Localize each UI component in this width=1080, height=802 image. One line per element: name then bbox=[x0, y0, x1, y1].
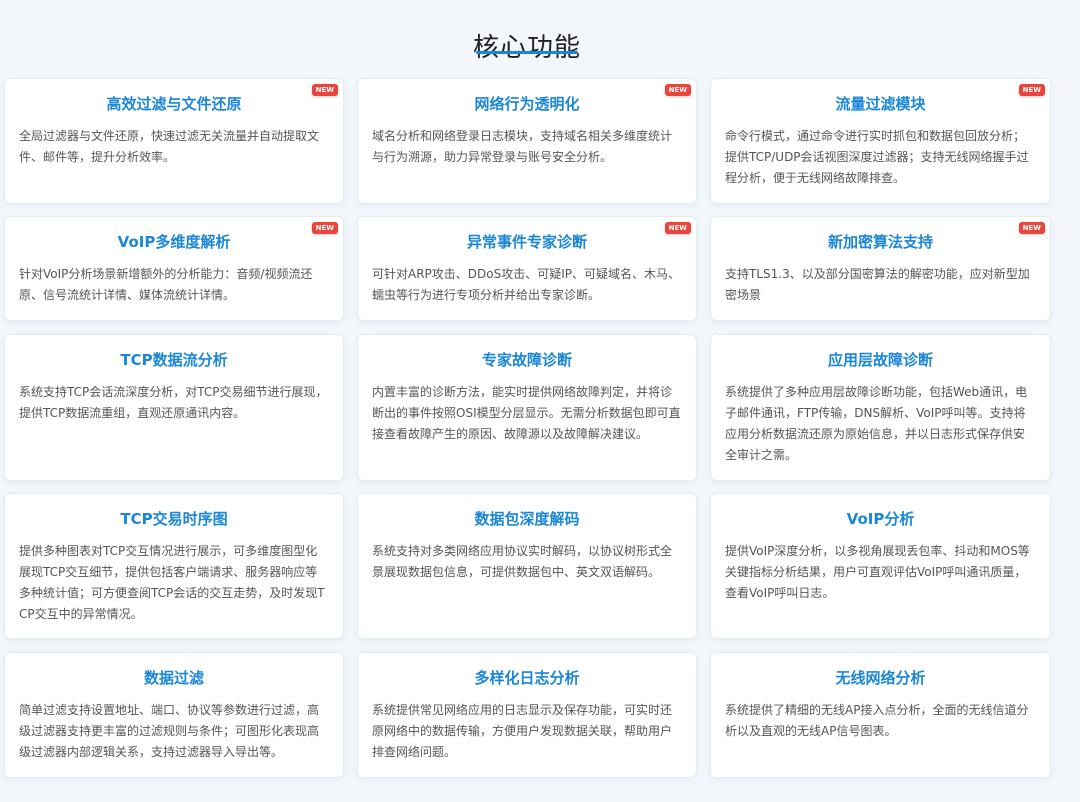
card-description: 系统支持对多类网络应用协议实时解码，以协议树形式全景展现数据包信息，可提供数据包… bbox=[372, 544, 673, 579]
card-description: 简单过滤支持设置地址、端口、协议等参数进行过滤，高级过滤器支持更丰富的过滤规则与… bbox=[19, 703, 320, 759]
new-badge: NEW bbox=[664, 84, 691, 96]
card-title: 网络行为透明化 bbox=[474, 95, 580, 113]
card-title: 异常事件专家诊断 bbox=[466, 233, 587, 251]
card-description: 内置丰富的诊断方法，能实时提供网络故障判定，并将诊断出的事件按照OSI模型分层显… bbox=[372, 385, 681, 441]
page-title: 核心功能 bbox=[472, 33, 581, 64]
card-description: 系统支持TCP会话流深度分析，对TCP交易细节进行展现，提供TCP数据流重组，直… bbox=[19, 385, 328, 420]
card-title: 数据过滤 bbox=[143, 669, 204, 687]
card-title: 数据包深度解码 bbox=[474, 510, 580, 528]
card-title: 多样化日志分析 bbox=[474, 669, 580, 687]
feature-card[interactable]: NEW 网络行为透明化 域名分析和网络登录日志模块，支持域名相关多维度统计与行为… bbox=[357, 78, 697, 204]
feature-card[interactable]: NEW 异常事件专家诊断 可针对ARP攻击、DDoS攻击、可疑IP、可疑域名、木… bbox=[357, 216, 697, 321]
feature-card[interactable]: TCP交易时序图 提供多种图表对TCP交互情况进行展示，可多维度图型化展现TCP… bbox=[4, 493, 344, 639]
card-description: 系统提供了多种应用层故障诊断功能，包括Web通讯，电子邮件通讯，FTP传输，DN… bbox=[725, 385, 1028, 462]
new-badge: NEW bbox=[311, 222, 338, 234]
card-description: 全局过滤器与文件还原，快速过滤无关流量并自动提取文件、邮件等，提升分析效率。 bbox=[19, 129, 320, 164]
card-title: VoIP多维度解析 bbox=[117, 233, 231, 251]
card-description: 系统提供常见网络应用的日志显示及保存功能，可实时还原网络中的数据传输，方便用户发… bbox=[372, 703, 673, 759]
card-description: 可针对ARP攻击、DDoS攻击、可疑IP、可疑域名、木马、蠕虫等行为进行专项分析… bbox=[372, 267, 680, 302]
card-title: 新加密算法支持 bbox=[827, 233, 933, 251]
feature-card[interactable]: NEW 新加密算法支持 支持TLS1.3、以及部分国密算法的解密功能，应对新型加… bbox=[710, 216, 1051, 321]
feature-card[interactable]: NEW VoIP多维度解析 针对VoIP分析场景新增额外的分析能力：音频/视频流… bbox=[4, 216, 344, 321]
new-badge: NEW bbox=[1018, 222, 1045, 234]
feature-card[interactable]: VoIP分析 提供VoIP深度分析，以多视角展现丢包率、抖动和MOS等关键指标分… bbox=[710, 493, 1051, 639]
feature-card[interactable]: 多样化日志分析 系统提供常见网络应用的日志显示及保存功能，可实时还原网络中的数据… bbox=[357, 652, 697, 778]
card-description: 针对VoIP分析场景新增额外的分析能力：音频/视频流还原、信号流统计详情、媒体流… bbox=[19, 267, 313, 302]
card-description: 支持TLS1.3、以及部分国密算法的解密功能，应对新型加密场景 bbox=[725, 267, 1030, 302]
card-title: TCP数据流分析 bbox=[120, 351, 228, 369]
title-underline bbox=[476, 51, 578, 54]
card-title: 应用层故障诊断 bbox=[827, 351, 933, 369]
new-badge: NEW bbox=[1018, 84, 1045, 96]
feature-card[interactable]: 数据过滤 简单过滤支持设置地址、端口、协议等参数进行过滤，高级过滤器支持更丰富的… bbox=[4, 652, 344, 778]
card-description: 提供多种图表对TCP交互情况进行展示，可多维度图型化展现TCP交互细节，提供包括… bbox=[19, 544, 325, 621]
card-title: 流量过滤模块 bbox=[835, 95, 926, 113]
card-description: 提供VoIP深度分析，以多视角展现丢包率、抖动和MOS等关键指标分析结果，用户可… bbox=[725, 544, 1030, 600]
feature-card[interactable]: 应用层故障诊断 系统提供了多种应用层故障诊断功能，包括Web通讯，电子邮件通讯，… bbox=[710, 334, 1051, 481]
feature-card[interactable]: NEW 高效过滤与文件还原 全局过滤器与文件还原，快速过滤无关流量并自动提取文件… bbox=[4, 78, 344, 204]
feature-card[interactable]: NEW 流量过滤模块 命令行模式，通过命令进行实时抓包和数据包回放分析；提供TC… bbox=[710, 78, 1051, 204]
new-badge: NEW bbox=[311, 84, 338, 96]
feature-card[interactable]: TCP数据流分析 系统支持TCP会话流深度分析，对TCP交易细节进行展现，提供T… bbox=[4, 334, 344, 481]
feature-card[interactable]: 专家故障诊断 内置丰富的诊断方法，能实时提供网络故障判定，并将诊断出的事件按照O… bbox=[357, 334, 697, 481]
card-title: 无线网络分析 bbox=[835, 669, 926, 687]
feature-card[interactable]: 数据包深度解码 系统支持对多类网络应用协议实时解码，以协议树形式全景展现数据包信… bbox=[357, 493, 697, 639]
new-badge: NEW bbox=[664, 222, 691, 234]
feature-card[interactable]: 无线网络分析 系统提供了精细的无线AP接入点分析，全面的无线信道分析以及直观的无… bbox=[710, 652, 1051, 778]
card-title: 高效过滤与文件还原 bbox=[106, 95, 242, 113]
card-title: VoIP分析 bbox=[846, 510, 915, 528]
card-description: 命令行模式，通过命令进行实时抓包和数据包回放分析；提供TCP/UDP会话视图深度… bbox=[725, 129, 1029, 185]
card-title: 专家故障诊断 bbox=[481, 351, 572, 369]
card-title: TCP交易时序图 bbox=[120, 510, 228, 528]
card-description: 域名分析和网络登录日志模块，支持域名相关多维度统计与行为溯源，助力异常登录与账号… bbox=[372, 129, 673, 164]
card-description: 系统提供了精细的无线AP接入点分析，全面的无线信道分析以及直观的无线AP信号图表… bbox=[725, 703, 1029, 738]
